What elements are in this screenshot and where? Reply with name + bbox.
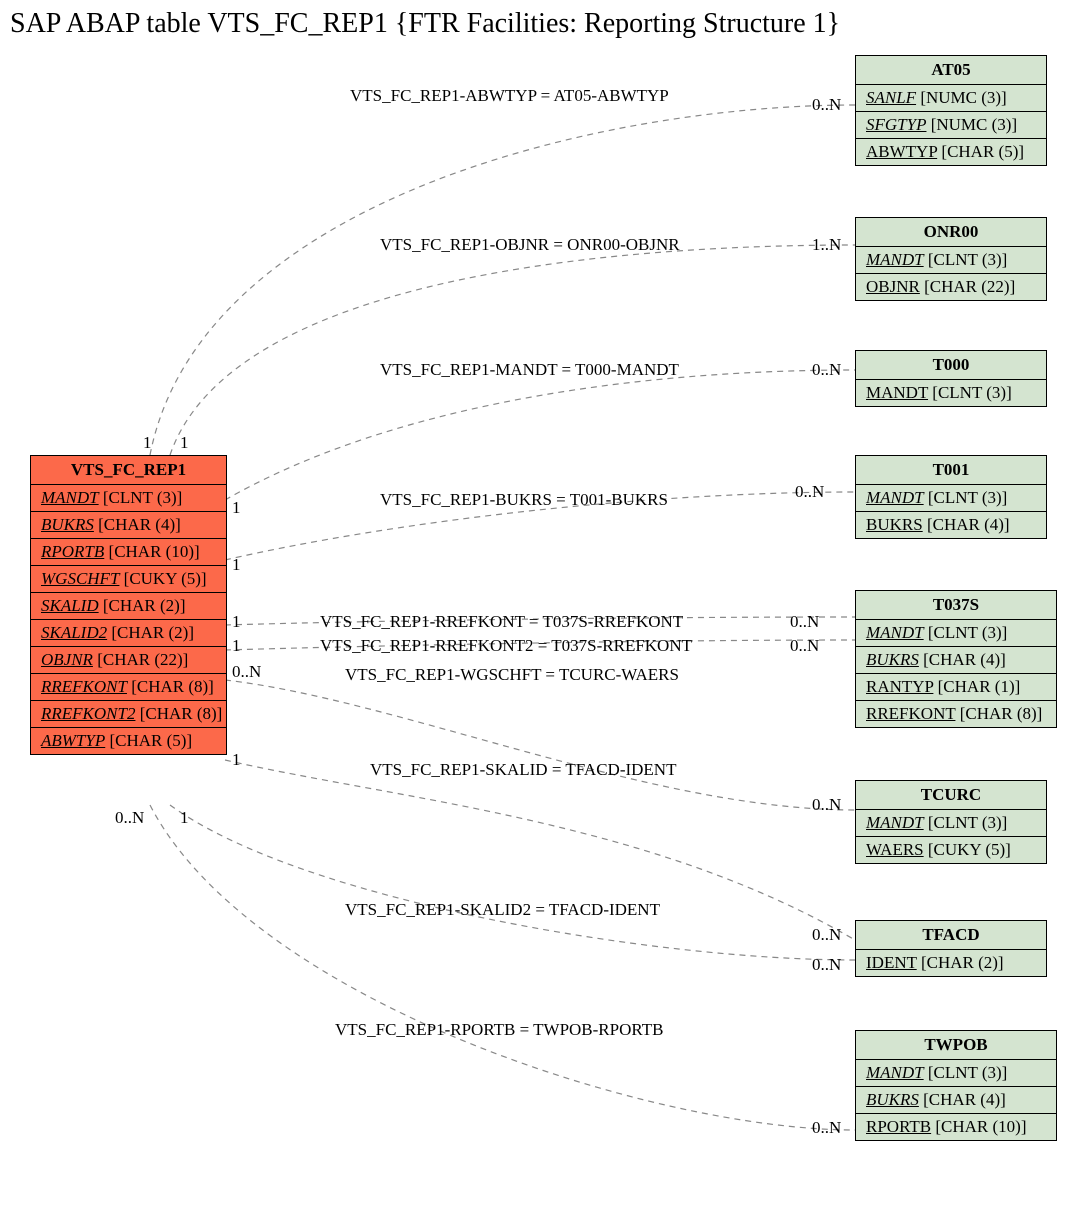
entity-field: OBJNR [CHAR (22)]: [31, 647, 226, 674]
entity-header: T000: [856, 351, 1046, 380]
entity-field: MANDT [CLNT (3)]: [856, 247, 1046, 274]
cardinality: 1..N: [812, 235, 841, 255]
entity-field: MANDT [CLNT (3)]: [856, 380, 1046, 406]
entity-field: RANTYP [CHAR (1)]: [856, 674, 1056, 701]
entity-field: ABWTYP [CHAR (5)]: [31, 728, 226, 754]
entity-t001: T001 MANDT [CLNT (3)] BUKRS [CHAR (4)]: [855, 455, 1047, 539]
entity-field: MANDT [CLNT (3)]: [31, 485, 226, 512]
entity-field: SANLF [NUMC (3)]: [856, 85, 1046, 112]
entity-header: ONR00: [856, 218, 1046, 247]
relation-label: VTS_FC_REP1-RREFKONT2 = T037S-RREFKONT: [320, 636, 692, 656]
cardinality: 0..N: [812, 360, 841, 380]
entity-field: RREFKONT2 [CHAR (8)]: [31, 701, 226, 728]
entity-field: MANDT [CLNT (3)]: [856, 620, 1056, 647]
cardinality: 1: [232, 498, 241, 518]
entity-header: TFACD: [856, 921, 1046, 950]
relation-label: VTS_FC_REP1-OBJNR = ONR00-OBJNR: [380, 235, 680, 255]
cardinality: 0..N: [115, 808, 144, 828]
cardinality: 0..N: [790, 636, 819, 656]
entity-header: AT05: [856, 56, 1046, 85]
entity-field: MANDT [CLNT (3)]: [856, 485, 1046, 512]
cardinality: 0..N: [812, 795, 841, 815]
entity-field: BUKRS [CHAR (4)]: [856, 647, 1056, 674]
entity-field: SFGTYP [NUMC (3)]: [856, 112, 1046, 139]
cardinality: 0..N: [232, 662, 261, 682]
entity-field: MANDT [CLNT (3)]: [856, 810, 1046, 837]
entity-field: ABWTYP [CHAR (5)]: [856, 139, 1046, 165]
entity-twpob: TWPOB MANDT [CLNT (3)] BUKRS [CHAR (4)] …: [855, 1030, 1057, 1141]
cardinality: 0..N: [790, 612, 819, 632]
entity-field: BUKRS [CHAR (4)]: [856, 1087, 1056, 1114]
cardinality: 1: [232, 750, 241, 770]
entity-vts-fc-rep1: VTS_FC_REP1 MANDT [CLNT (3)] BUKRS [CHAR…: [30, 455, 227, 755]
entity-tfacd: TFACD IDENT [CHAR (2)]: [855, 920, 1047, 977]
entity-field: WGSCHFT [CUKY (5)]: [31, 566, 226, 593]
entity-t037s: T037S MANDT [CLNT (3)] BUKRS [CHAR (4)] …: [855, 590, 1057, 728]
cardinality: 1: [232, 636, 241, 656]
cardinality: 0..N: [812, 95, 841, 115]
entity-field: RREFKONT [CHAR (8)]: [856, 701, 1056, 727]
entity-field: BUKRS [CHAR (4)]: [31, 512, 226, 539]
relation-label: VTS_FC_REP1-RPORTB = TWPOB-RPORTB: [335, 1020, 663, 1040]
entity-t000: T000 MANDT [CLNT (3)]: [855, 350, 1047, 407]
entity-field: WAERS [CUKY (5)]: [856, 837, 1046, 863]
cardinality: 0..N: [812, 1118, 841, 1138]
entity-field: BUKRS [CHAR (4)]: [856, 512, 1046, 538]
relation-label: VTS_FC_REP1-WGSCHFT = TCURC-WAERS: [345, 665, 679, 685]
entity-header: T001: [856, 456, 1046, 485]
entity-header: VTS_FC_REP1: [31, 456, 226, 485]
entity-field: RREFKONT [CHAR (8)]: [31, 674, 226, 701]
entity-onr00: ONR00 MANDT [CLNT (3)] OBJNR [CHAR (22)]: [855, 217, 1047, 301]
entity-field: RPORTB [CHAR (10)]: [856, 1114, 1056, 1140]
entity-at05: AT05 SANLF [NUMC (3)] SFGTYP [NUMC (3)] …: [855, 55, 1047, 166]
relation-label: VTS_FC_REP1-SKALID = TFACD-IDENT: [370, 760, 676, 780]
entity-header: T037S: [856, 591, 1056, 620]
cardinality: 1: [180, 433, 189, 453]
entity-field: OBJNR [CHAR (22)]: [856, 274, 1046, 300]
entity-tcurc: TCURC MANDT [CLNT (3)] WAERS [CUKY (5)]: [855, 780, 1047, 864]
cardinality: 1: [143, 433, 152, 453]
cardinality: 0..N: [795, 482, 824, 502]
relation-label: VTS_FC_REP1-SKALID2 = TFACD-IDENT: [345, 900, 660, 920]
cardinality: 0..N: [812, 955, 841, 975]
entity-field: SKALID2 [CHAR (2)]: [31, 620, 226, 647]
entity-field: RPORTB [CHAR (10)]: [31, 539, 226, 566]
relation-label: VTS_FC_REP1-ABWTYP = AT05-ABWTYP: [350, 86, 669, 106]
relation-label: VTS_FC_REP1-RREFKONT = T037S-RREFKONT: [320, 612, 683, 632]
cardinality: 1: [232, 555, 241, 575]
relation-label: VTS_FC_REP1-BUKRS = T001-BUKRS: [380, 490, 668, 510]
cardinality: 1: [180, 808, 189, 828]
entity-field: MANDT [CLNT (3)]: [856, 1060, 1056, 1087]
cardinality: 1: [232, 612, 241, 632]
entity-header: TWPOB: [856, 1031, 1056, 1060]
cardinality: 0..N: [812, 925, 841, 945]
entity-field: SKALID [CHAR (2)]: [31, 593, 226, 620]
page-title: SAP ABAP table VTS_FC_REP1 {FTR Faciliti…: [10, 8, 840, 40]
entity-header: TCURC: [856, 781, 1046, 810]
entity-field: IDENT [CHAR (2)]: [856, 950, 1046, 976]
relation-label: VTS_FC_REP1-MANDT = T000-MANDT: [380, 360, 679, 380]
